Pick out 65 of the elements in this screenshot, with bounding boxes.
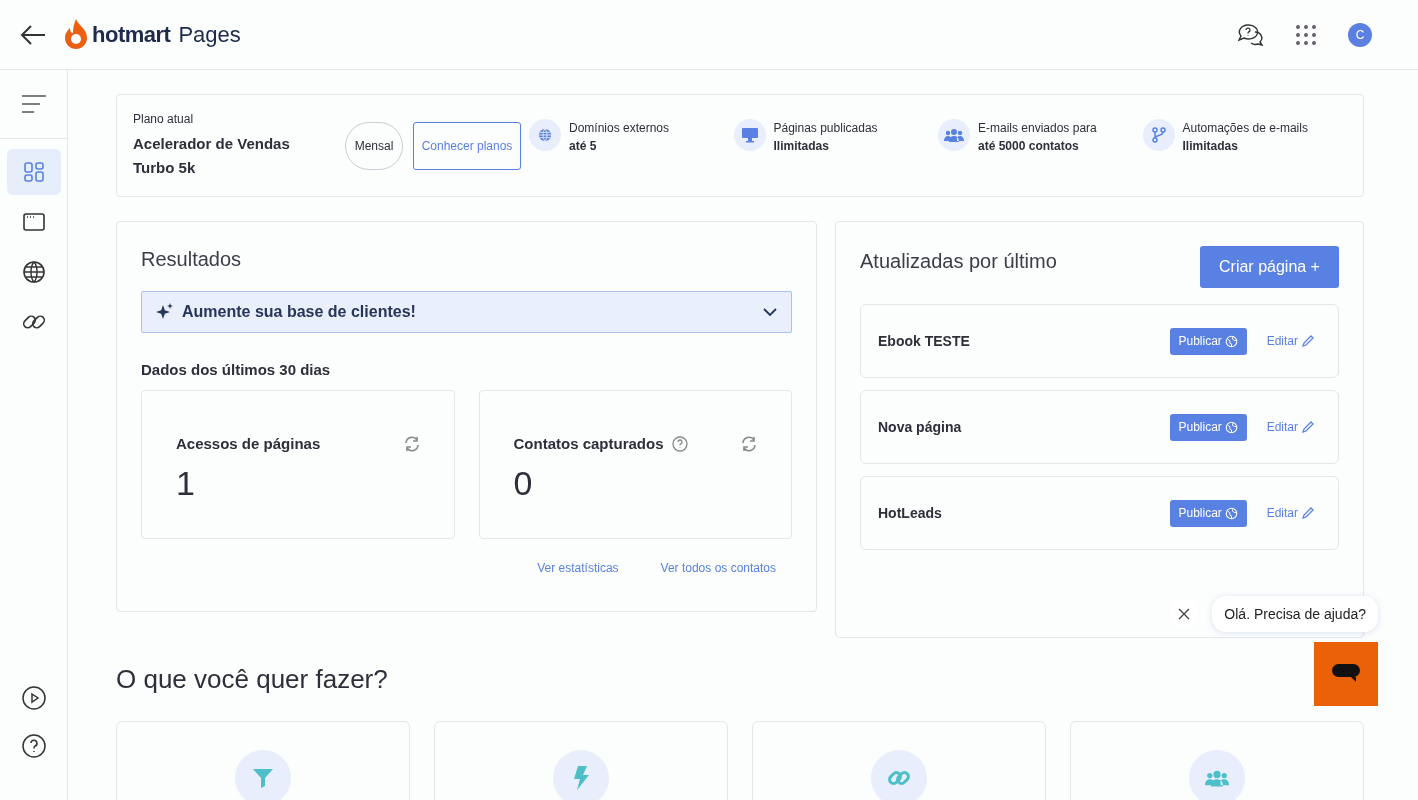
- globe-icon: [1224, 506, 1238, 520]
- help-chat-icon[interactable]: [1238, 23, 1264, 46]
- results-link[interactable]: Ver todos os contatos: [660, 561, 776, 575]
- feature-label: Páginas publicadas: [773, 120, 878, 135]
- apps-grid-icon[interactable]: [1296, 24, 1316, 45]
- back-arrow-icon[interactable]: [20, 24, 46, 45]
- lightning-icon: [572, 766, 590, 790]
- edit-link[interactable]: Editar: [1266, 334, 1314, 348]
- feature-value: até 5000 contatos: [978, 138, 1080, 153]
- globe-icon: [1224, 420, 1238, 434]
- publish-button[interactable]: Publicar: [1169, 413, 1247, 441]
- feature-label: Automações de e-mails: [1182, 120, 1308, 135]
- banner-text: Aumente sua base de clientes!: [182, 303, 417, 321]
- sparkle-icon: [156, 303, 174, 321]
- edit-link[interactable]: Editar: [1266, 506, 1314, 520]
- create-page-button[interactable]: Criar página +: [1200, 246, 1339, 288]
- feature-label: E-mails enviados para: [978, 120, 1097, 135]
- flame-icon: [64, 18, 88, 51]
- people-icon: [1205, 769, 1229, 787]
- page-name: HotLeads: [878, 505, 943, 521]
- pencil-icon: [1302, 335, 1314, 347]
- chevron-icon[interactable]: [763, 307, 777, 317]
- menu-icon[interactable]: [20, 95, 47, 113]
- plans-button[interactable]: Conhecer planos: [413, 121, 521, 170]
- dashboard-icon: [22, 161, 45, 183]
- results-title: Resultados: [141, 248, 243, 271]
- publish-button[interactable]: Publicar: [1169, 499, 1247, 527]
- period-label: Dados dos últimos 30 dias: [141, 361, 332, 378]
- logo-wordmark: hotmart: [92, 21, 171, 48]
- globe-icon: [538, 127, 552, 142]
- edit-link[interactable]: Editar: [1266, 420, 1314, 434]
- plan-label: Plano atual: [133, 111, 195, 126]
- refresh-icon[interactable]: [403, 435, 420, 452]
- chat-greeting: Olá. Precisa de ajuda?: [1212, 596, 1378, 632]
- refresh-icon[interactable]: [741, 435, 757, 452]
- feature-value: Ilimitadas: [773, 138, 830, 153]
- pencil-icon: [1302, 421, 1314, 433]
- pencil-icon: [1302, 507, 1314, 519]
- funnel-icon: [252, 767, 274, 789]
- product-name: Pages: [178, 21, 241, 48]
- feature-value: Ilimitadas: [1182, 138, 1239, 153]
- publish-button[interactable]: Publicar: [1169, 327, 1247, 355]
- people-icon: [944, 127, 964, 142]
- browser-window-icon: [22, 211, 45, 233]
- monitor-icon: [740, 126, 759, 143]
- feature-label: Domínios externos: [569, 120, 670, 135]
- play-icon[interactable]: [21, 686, 46, 710]
- metric-label: Acessos de páginas: [176, 435, 321, 452]
- plan-name: Acelerador de Vendas Turbo 5k: [133, 133, 291, 178]
- results-link[interactable]: Ver estatísticas: [537, 561, 619, 575]
- page-name: Nova página: [878, 419, 963, 435]
- metric-value: 0: [513, 464, 534, 503]
- user-avatar[interactable]: C: [1348, 22, 1372, 47]
- metric-value: 1: [176, 464, 196, 503]
- chat-button[interactable]: [1314, 642, 1378, 706]
- feature-value: até 5: [569, 138, 598, 153]
- actions-title: O que você quer fazer?: [116, 664, 388, 695]
- globe-icon: [1224, 334, 1238, 348]
- promo-banner[interactable]: Aumente sua base de clientes!: [141, 291, 792, 333]
- branch-icon: [1151, 126, 1166, 143]
- page-name: Ebook TESTE: [878, 333, 971, 349]
- metric-label: Contatos capturados: [513, 435, 664, 452]
- recent-title: Atualizadas por último: [860, 249, 1058, 273]
- help-icon[interactable]: [21, 734, 46, 758]
- globe-icon: [22, 261, 45, 283]
